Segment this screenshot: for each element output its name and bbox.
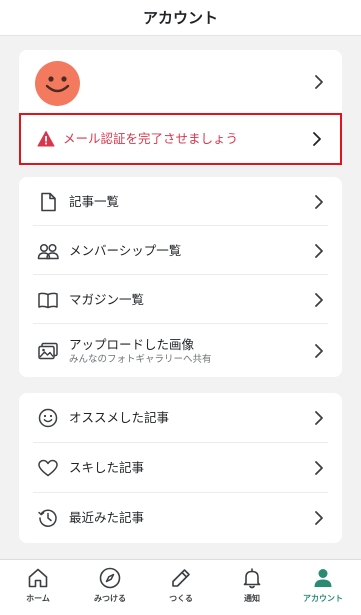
chevron-right-icon	[315, 194, 323, 209]
chevron-right-icon	[315, 74, 323, 89]
tab-label: つくる	[169, 594, 193, 603]
menu-item-liked[interactable]: スキした記事	[19, 443, 342, 493]
tab-create[interactable]: つくる	[145, 560, 217, 615]
tab-label: ホーム	[26, 594, 50, 603]
email-verification-alert[interactable]: メール認証を完了させましょう	[19, 113, 342, 165]
page-title: アカウント	[142, 9, 218, 27]
tab-home[interactable]: ホーム	[2, 560, 74, 615]
image-gallery-icon	[38, 342, 58, 359]
tab-notifications[interactable]: 通知	[216, 560, 288, 615]
tab-label: 通知	[244, 594, 260, 603]
menu-item-sublabel: みんなのフォトギャラリーへ共有	[69, 353, 212, 365]
warning-icon	[37, 131, 55, 147]
person-icon	[314, 569, 332, 587]
tab-label: アカウント	[303, 594, 343, 603]
compass-icon	[99, 567, 121, 589]
chevron-right-icon	[315, 292, 323, 307]
pencil-icon	[172, 569, 190, 587]
avatar[interactable]	[35, 61, 80, 106]
menu-item-label: 記事一覧	[69, 193, 120, 209]
chevron-right-icon	[313, 132, 321, 146]
content-menu-card: 記事一覧 メンバーシップ一覧 マガジン一覧 アップロードした画像 みんなのフォト…	[19, 177, 342, 377]
alert-label: メール認証を完了させましょう	[63, 131, 239, 146]
heart-icon	[38, 459, 58, 477]
open-book-icon	[38, 292, 58, 308]
profile-card: メール認証を完了させましょう	[19, 50, 342, 166]
menu-item-memberships[interactable]: メンバーシップ一覧	[19, 226, 342, 275]
menu-item-label: メンバーシップ一覧	[69, 242, 182, 258]
home-icon	[28, 568, 48, 588]
menu-item-label: 最近みた記事	[69, 510, 145, 525]
menu-item-magazines[interactable]: マガジン一覧	[19, 275, 342, 324]
document-icon	[41, 192, 56, 211]
history-icon	[38, 509, 57, 527]
people-icon	[37, 243, 59, 259]
page-header: アカウント	[0, 0, 361, 36]
chevron-right-icon	[315, 511, 323, 525]
bell-icon	[243, 568, 261, 589]
tab-label: みつける	[94, 594, 126, 603]
menu-item-recently-viewed[interactable]: 最近みた記事	[19, 493, 342, 543]
menu-item-uploaded-images[interactable]: アップロードした画像 みんなのフォトギャラリーへ共有	[19, 324, 342, 377]
menu-item-label: マガジン一覧	[69, 291, 145, 307]
activity-menu-card: オススメした記事 スキした記事 最近みた記事	[19, 393, 342, 543]
menu-item-articles[interactable]: 記事一覧	[19, 177, 342, 226]
profile-row[interactable]	[19, 50, 342, 113]
smiley-face-icon	[45, 76, 70, 93]
chevron-right-icon	[315, 411, 323, 425]
menu-item-label: オススメした記事	[69, 410, 170, 425]
menu-item-recommended[interactable]: オススメした記事	[19, 393, 342, 443]
tab-account[interactable]: アカウント	[287, 560, 359, 615]
tab-discover[interactable]: みつける	[74, 560, 146, 615]
bottom-tab-bar: ホーム みつける つくる 通知 アカウント	[0, 559, 361, 615]
menu-item-label: スキした記事	[69, 460, 145, 475]
chevron-right-icon	[315, 243, 323, 258]
smile-icon	[38, 408, 58, 428]
menu-item-label: アップロードした画像	[69, 336, 195, 352]
chevron-right-icon	[315, 343, 323, 358]
chevron-right-icon	[315, 461, 323, 475]
